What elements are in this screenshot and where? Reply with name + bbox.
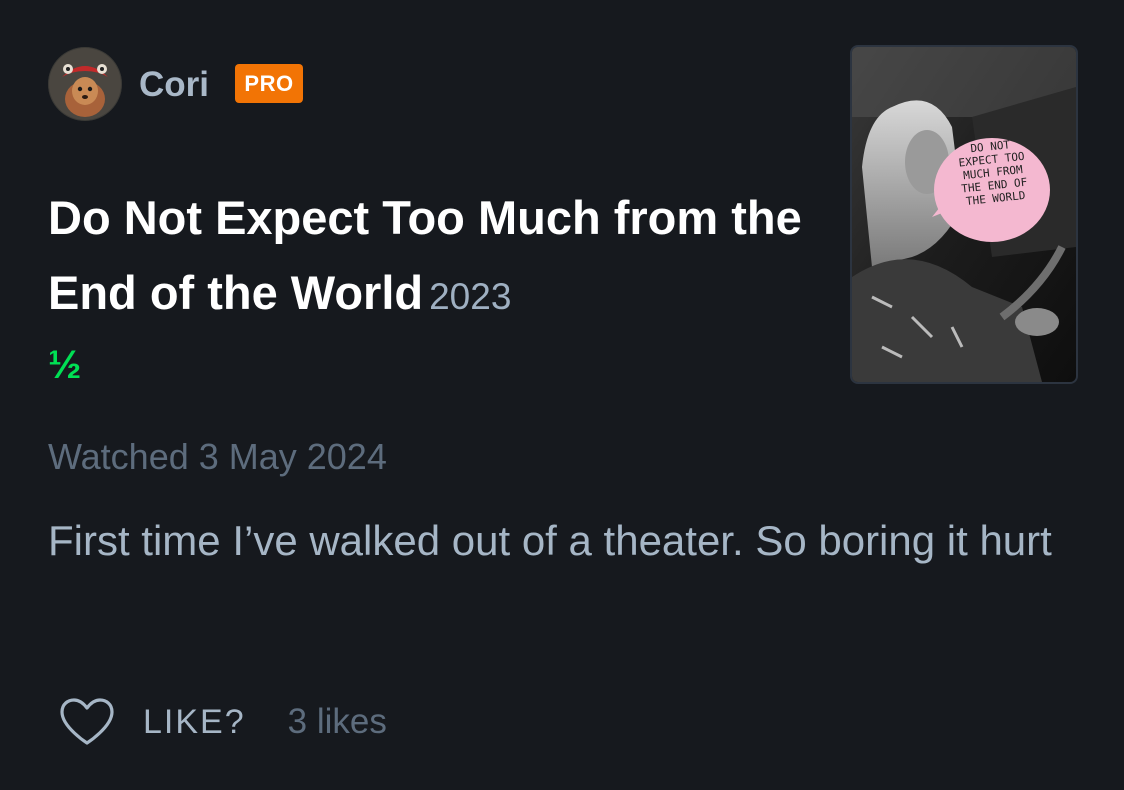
review-text: First time I’ve walked out of a theater.… [48,517,1052,564]
film-title[interactable]: Do Not Expect Too Much from the End of t… [48,191,802,319]
username[interactable]: Cori [139,64,209,106]
avatar[interactable] [48,47,122,121]
heart-icon[interactable] [58,697,116,747]
star-rating: ½ [48,343,82,387]
pro-badge: PRO [235,64,303,103]
film-poster[interactable]: DO NOT EXPECT TOO MUCH FROM THE END OF T… [852,47,1076,382]
like-button[interactable]: LIKE? [143,703,246,742]
film-title-heading: Do Not Expect Too Much from the End of t… [48,180,838,334]
watched-date: Watched 3 May 2024 [48,436,387,477]
poster-caption: DO NOT EXPECT TOO MUCH FROM THE END OF T… [925,133,1065,250]
likes-count[interactable]: 3 likes [288,702,387,742]
film-year[interactable]: 2023 [429,276,511,317]
like-row: LIKE? 3 likes [58,692,387,752]
